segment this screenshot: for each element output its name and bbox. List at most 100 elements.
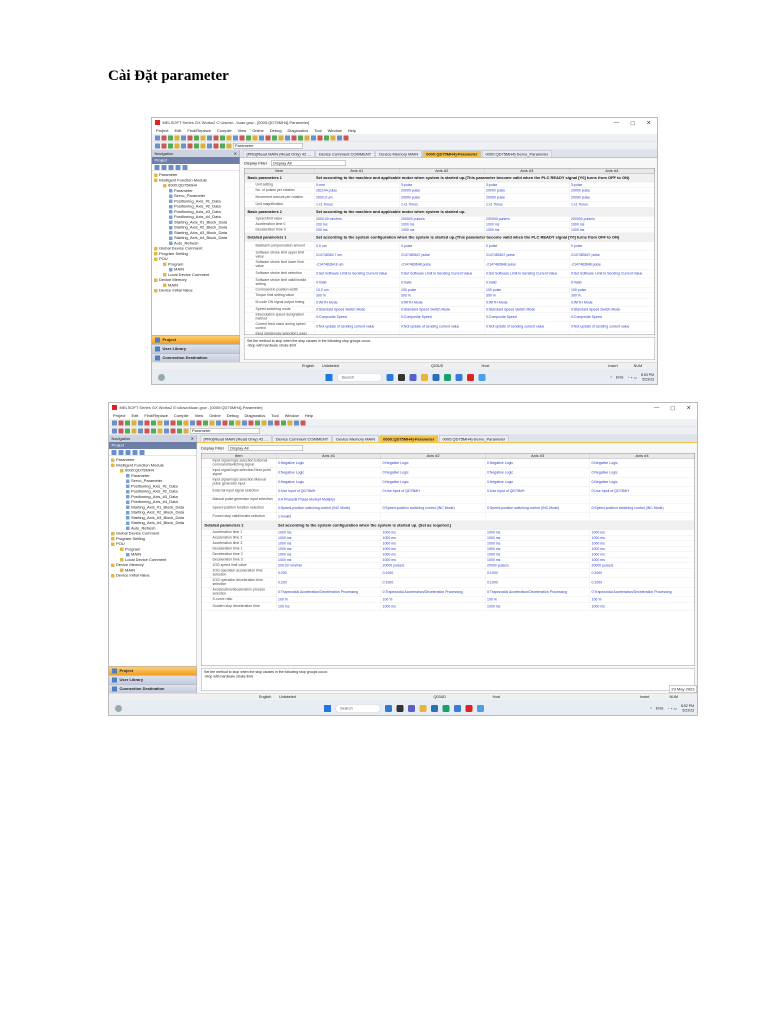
tab[interactable]: Device Comment COMMENT <box>315 150 375 157</box>
weather-icon[interactable] <box>115 705 122 712</box>
tab[interactable]: Device Memory MAIN <box>375 150 422 157</box>
pane-close-icon[interactable]: ✕ <box>191 436 194 441</box>
toolbar-button-icon[interactable] <box>168 143 173 149</box>
toolbar-button-icon[interactable] <box>233 135 238 141</box>
toolbar-button-icon[interactable] <box>239 135 245 141</box>
parameter-value[interactable]: 0:Not update of sending current value <box>569 322 655 332</box>
parameter-value[interactable]: 0:1000 <box>485 578 590 588</box>
menu-item-findreplace[interactable]: Find/Replace <box>187 128 211 133</box>
toolbar-button-icon[interactable] <box>298 135 303 141</box>
toolbar-button-icon[interactable] <box>255 420 260 426</box>
close-button[interactable]: ✕ <box>646 119 651 126</box>
display-filter-select[interactable]: Display All <box>228 445 304 451</box>
parameter-value[interactable]: 0:1000 <box>590 578 695 588</box>
parameter-value[interactable]: 0:Speed-position switching control (INC … <box>590 504 695 513</box>
toolbar-button-icon[interactable] <box>213 135 219 141</box>
clock[interactable]: 8:53 PM 5/23/23 <box>641 373 654 382</box>
menu-item-window[interactable]: Window <box>285 413 299 418</box>
taskbar-app-icon[interactable] <box>465 705 473 712</box>
toolbar-button-icon[interactable] <box>248 420 254 426</box>
toolbar-button-icon[interactable] <box>118 420 124 426</box>
menu-item-help[interactable]: Help <box>348 128 356 133</box>
parameter-value[interactable]: 0:1000 <box>590 568 695 578</box>
toolbar-button-icon[interactable] <box>272 135 277 141</box>
toolbar-button-icon[interactable] <box>177 420 182 426</box>
nav-tool-icon[interactable] <box>168 164 174 170</box>
nav-button-project[interactable]: Project <box>109 666 197 675</box>
toolbar-button-icon[interactable] <box>300 420 306 426</box>
taskbar-app-icon[interactable] <box>396 705 404 712</box>
toolbar-button-icon[interactable] <box>151 420 156 426</box>
parameter-value[interactable]: 0:Negative Logic <box>485 458 590 468</box>
parameter-value[interactable]: 2147483647 pulse <box>484 250 570 260</box>
toolbar-button-icon[interactable] <box>112 420 117 426</box>
parameter-value[interactable]: 0:Use Input of QD75MH <box>381 487 486 496</box>
parameter-value[interactable]: 0:A Phase/B Phase Mode(4 Multiply) <box>276 495 381 504</box>
menu-item-online[interactable]: Online <box>209 413 221 418</box>
display-filter-select[interactable]: Display All <box>271 160 347 166</box>
wifi-volume-battery-icons[interactable]: ◔ ◖ ▭ <box>667 707 676 711</box>
toolbar-button-icon[interactable] <box>209 420 215 426</box>
toolbar-button-icon[interactable] <box>200 135 206 141</box>
parameter-value[interactable] <box>590 512 695 521</box>
toolbar-button-icon[interactable] <box>285 135 290 141</box>
parameter-value[interactable]: 20000 pulse <box>569 193 655 202</box>
parameter-value[interactable]: 214748364.7 um <box>314 250 400 260</box>
menu-item-edit[interactable]: Edit <box>131 413 138 418</box>
parameter-value[interactable]: -2147483648 pulse <box>569 260 655 270</box>
toolbar-button-icon[interactable] <box>183 428 189 434</box>
parameter-value[interactable]: 1000 ms <box>590 602 695 611</box>
chevron-up-icon[interactable]: ^ <box>610 376 612 380</box>
parameter-value[interactable]: 0:Negative Logic <box>590 458 695 468</box>
maximize-button[interactable]: ▢ <box>630 119 635 126</box>
parameter-value[interactable]: 0:Not update of sending current value <box>314 322 400 332</box>
weather-icon[interactable] <box>158 374 165 381</box>
tree-item[interactable]: Device Initial Value <box>154 288 238 293</box>
parameter-value[interactable]: 1:Invalid <box>276 512 381 521</box>
parameter-value[interactable]: 0:Negative Logic <box>590 468 695 478</box>
parameter-value[interactable]: 0:Composite Speed <box>314 312 400 322</box>
toolbar-button-icon[interactable] <box>324 135 329 141</box>
menu-item-diagnostics[interactable]: Diagnostics <box>245 413 266 418</box>
nav-tool-icon[interactable] <box>175 164 181 170</box>
toolbar-button-icon[interactable] <box>112 428 117 434</box>
pane-close-icon[interactable]: ✕ <box>234 151 237 156</box>
parameter-value[interactable]: 0:WITH Mode <box>399 298 485 307</box>
toolbar-button-icon[interactable] <box>317 135 323 141</box>
tab[interactable]: [PRG]Read MAIN (Read Only) 42 ... <box>200 435 272 442</box>
parameter-value[interactable]: 0:Set Software Limit to Sending Current … <box>484 269 570 278</box>
parameter-value[interactable]: 0:1000 <box>381 568 486 578</box>
parameter-value[interactable]: 0:Use Input of QD75MH <box>276 487 381 496</box>
toolbar-button-icon[interactable] <box>213 143 219 149</box>
parameter-value[interactable]: 0:1000 <box>381 578 486 588</box>
toolbar-button-icon[interactable] <box>207 143 212 149</box>
parameter-value[interactable]: 0:Negative Logic <box>400 331 485 335</box>
toolbar-button-icon[interactable] <box>187 135 193 141</box>
nav-tool-icon[interactable] <box>161 164 167 170</box>
parameter-value[interactable]: 0:Set Software Limit to Sending Current … <box>314 269 400 278</box>
parameter-value[interactable]: 0:Speed-position switching control (INC … <box>485 504 590 513</box>
tab[interactable]: Device Memory MAIN <box>332 435 379 442</box>
parameter-value[interactable]: 0:Negative Logic <box>485 477 590 487</box>
parameter-value[interactable]: 2147483647 pulse <box>399 250 485 260</box>
parameter-value[interactable]: 0:Negative Logic <box>485 468 590 478</box>
taskbar-search[interactable]: Search <box>335 704 381 713</box>
minimize-button[interactable]: — <box>614 119 620 126</box>
toolbar-button-icon[interactable] <box>203 420 208 426</box>
parameter-value[interactable]: 0:Valid <box>569 278 655 288</box>
menu-item-findreplace[interactable]: Find/Replace <box>144 413 168 418</box>
toolbar-button-icon[interactable] <box>196 420 202 426</box>
nav-tool-icon[interactable] <box>132 449 138 455</box>
nav-tool-icon[interactable] <box>118 449 124 455</box>
toolbar-button-icon[interactable] <box>138 428 143 434</box>
taskbar-app-icon[interactable] <box>421 374 428 381</box>
menu-item-tool[interactable]: Tool <box>271 413 278 418</box>
taskbar-search[interactable]: Search <box>337 373 382 382</box>
parameter-value[interactable]: 0 pulse <box>569 242 655 251</box>
parameter-value[interactable]: 0:Not update of sending current value <box>484 322 570 332</box>
toolbar-button-icon[interactable] <box>311 135 316 141</box>
taskbar-app-icon[interactable] <box>419 705 427 712</box>
parameter-value[interactable]: 0:1000 <box>485 568 590 578</box>
parameter-value[interactable] <box>590 495 695 504</box>
chevron-up-icon[interactable]: ^ <box>650 707 652 711</box>
